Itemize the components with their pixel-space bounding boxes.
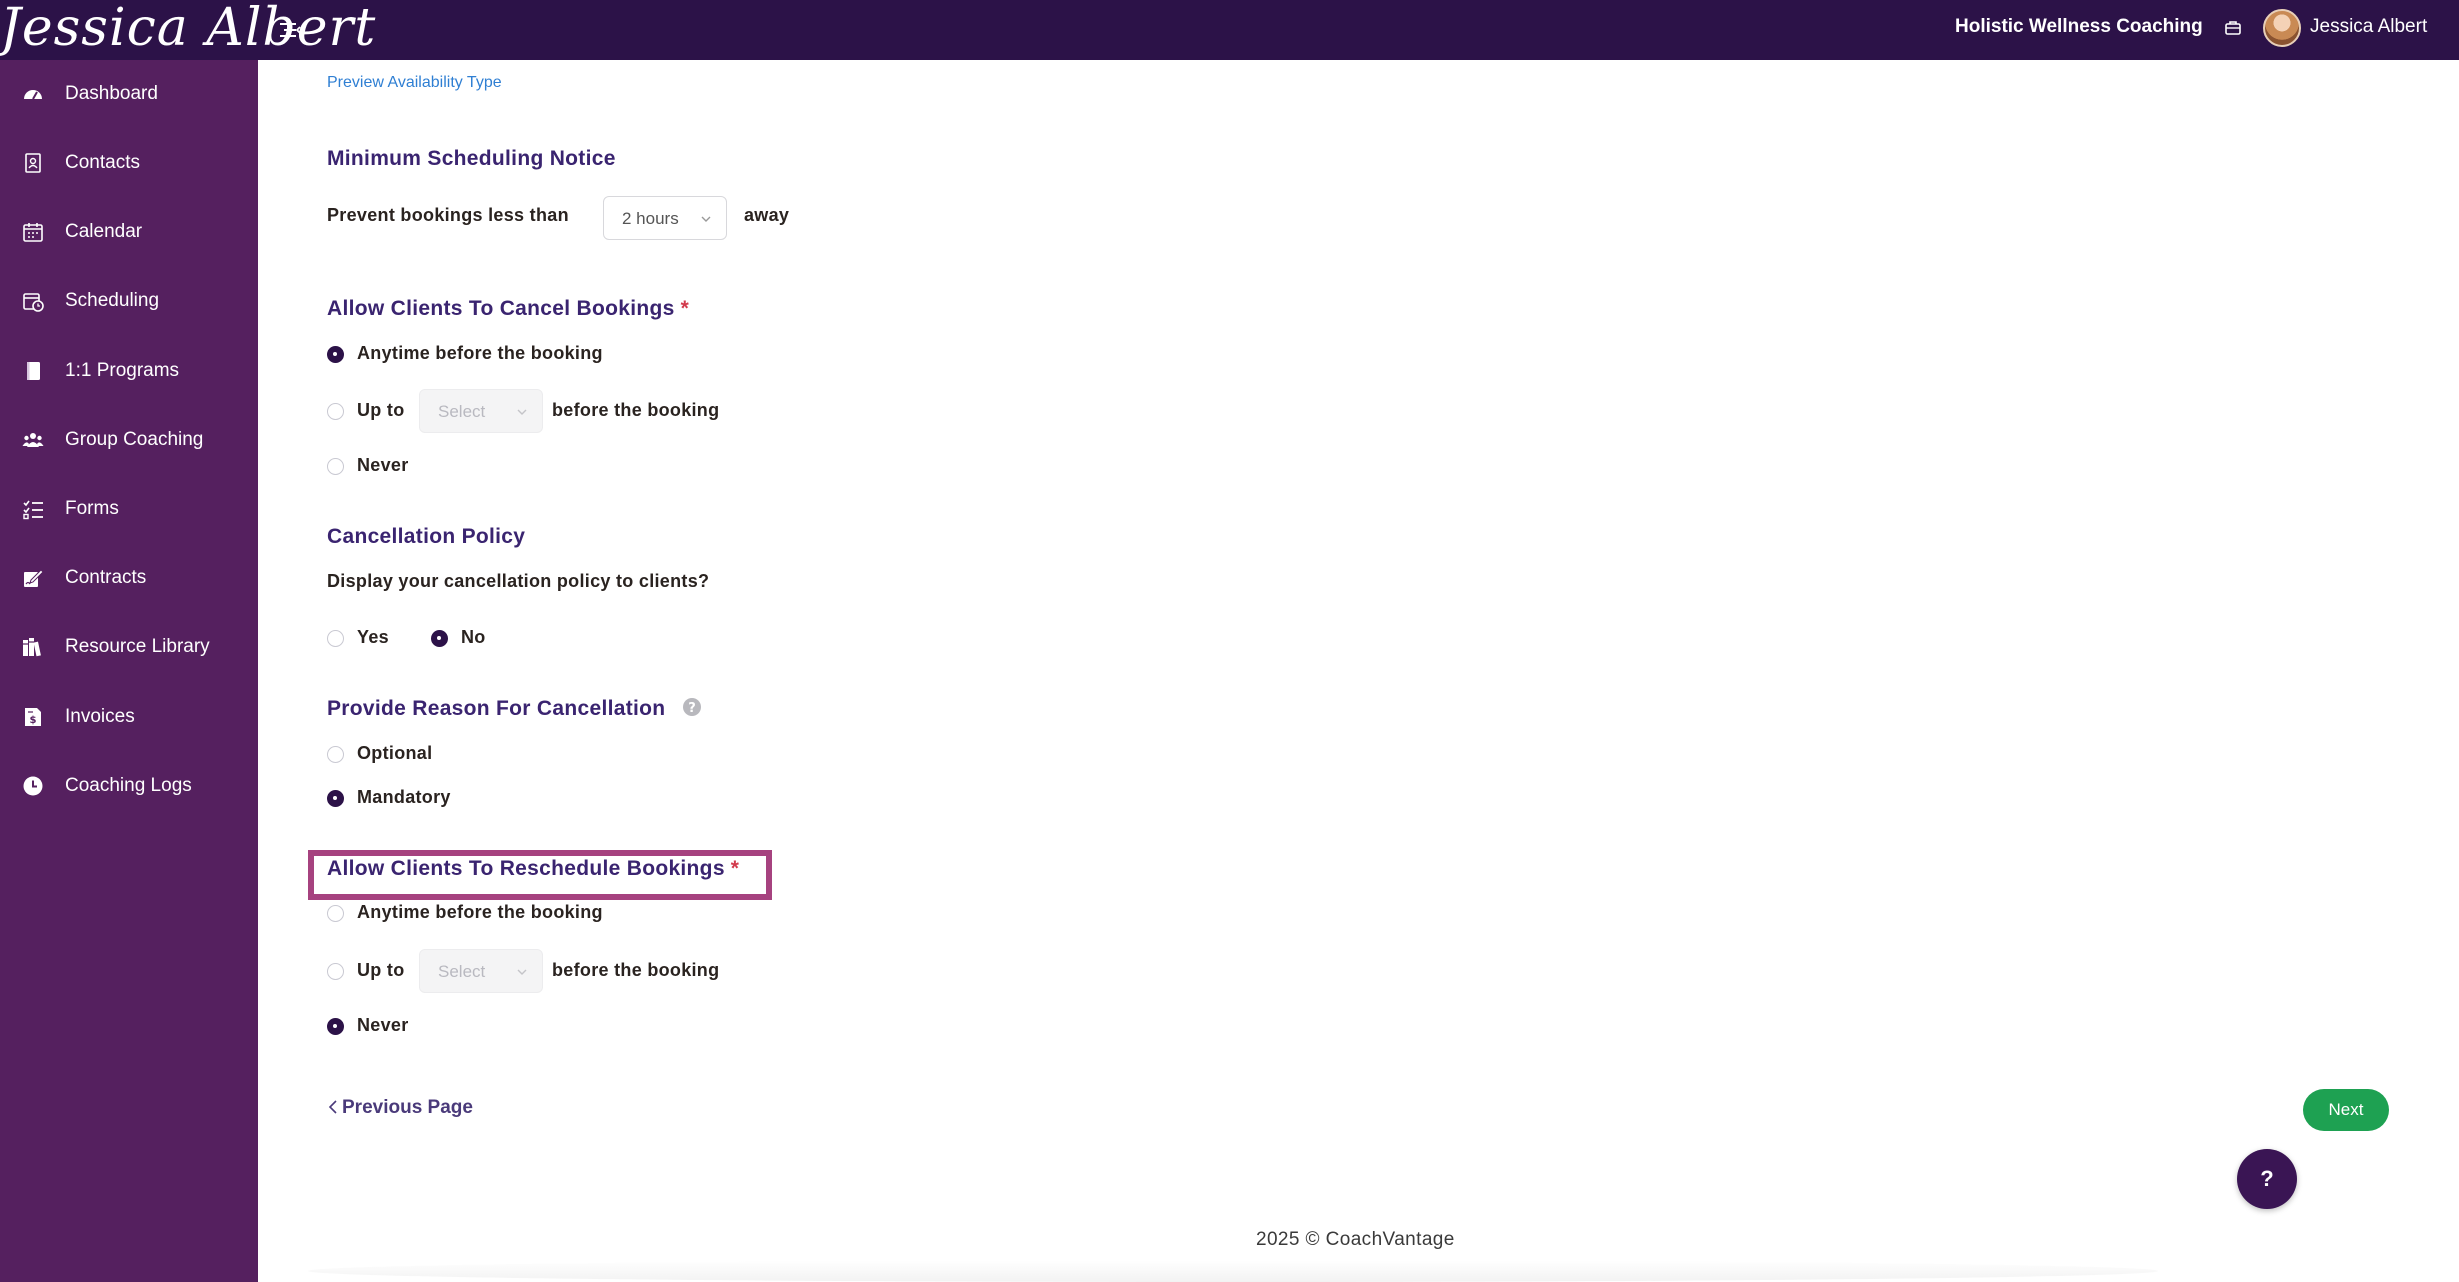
calendar-clock-icon [23, 293, 44, 312]
top-bar: Jessica Albert Holistic Wellness Coachin… [0, 0, 2459, 60]
reschedule-anytime-label[interactable]: Anytime before the booking [357, 902, 603, 923]
sidebar-item-dashboard[interactable]: Dashboard [0, 69, 258, 119]
min-notice-suffix: away [744, 205, 790, 225]
footer-copyright: 2025 © CoachVantage [1256, 1229, 1455, 1250]
signature-icon [24, 569, 44, 587]
reschedule-anytime-radio[interactable] [327, 905, 344, 922]
dashboard-gauge-icon [24, 90, 42, 100]
cancel-upto-select-placeholder: Select [438, 402, 486, 421]
reschedule-upto-label[interactable]: Up to [357, 960, 404, 981]
footer-divider [308, 1260, 2158, 1282]
chevron-down-icon [517, 409, 527, 415]
reschedule-bookings-title: Allow Clients To Reschedule Bookings * [327, 857, 739, 881]
min-notice-select-value: 2 hours [622, 209, 679, 228]
sidebar-item-label: 1:1 Programs [65, 360, 180, 381]
cancel-bookings-title: Allow Clients To Cancel Bookings * [327, 297, 689, 321]
cancel-never-radio[interactable] [327, 458, 344, 475]
cancellation-policy-title: Cancellation Policy [327, 525, 526, 548]
briefcase-icon[interactable] [2224, 19, 2242, 37]
cancel-anytime-label[interactable]: Anytime before the booking [357, 343, 603, 364]
cancel-bookings-title-text: Allow Clients To Cancel Bookings [327, 297, 675, 320]
previous-page-button[interactable]: Previous Page [328, 1097, 473, 1119]
min-notice-select[interactable]: 2 hours [603, 196, 727, 240]
main-content: Preview Availability Type Minimum Schedu… [258, 60, 2459, 1282]
next-button[interactable]: Next [2303, 1089, 2389, 1131]
cancel-anytime-radio[interactable] [327, 346, 344, 363]
reschedule-bookings-title-text: Allow Clients To Reschedule Bookings [327, 857, 725, 880]
avatar[interactable] [2263, 9, 2301, 47]
reschedule-upto-select[interactable]: Select [419, 949, 543, 993]
reschedule-never-label[interactable]: Never [357, 1015, 409, 1036]
chevron-down-icon [517, 969, 527, 975]
sidebar-item-contacts[interactable]: Contacts [0, 138, 258, 188]
policy-yes-label[interactable]: Yes [357, 627, 389, 648]
required-mark: * [680, 297, 690, 320]
reschedule-never-radio[interactable] [327, 1018, 344, 1035]
help-button[interactable]: ? [2237, 1149, 2297, 1209]
chevron-down-icon [701, 216, 711, 222]
sidebar-item-forms[interactable]: Forms [0, 484, 258, 534]
policy-no-radio[interactable] [431, 630, 448, 647]
reason-mandatory-radio[interactable] [327, 790, 344, 807]
cancel-upto-select[interactable]: Select [419, 389, 543, 433]
sidebar-item-contracts[interactable]: Contracts [0, 553, 258, 603]
checklist-icon [23, 500, 43, 520]
reason-optional-label[interactable]: Optional [357, 743, 432, 764]
brand-logo[interactable]: Jessica Albert [0, 0, 376, 58]
cancellation-policy-question: Display your cancellation policy to clie… [327, 571, 710, 591]
policy-no-label[interactable]: No [461, 627, 486, 648]
sidebar-item-label: Resource Library [65, 636, 210, 657]
clock-icon [23, 776, 43, 796]
reschedule-upto-radio[interactable] [327, 963, 344, 980]
sidebar-item-label: Coaching Logs [65, 775, 192, 796]
users-group-icon [22, 433, 44, 447]
sidebar-item-programs[interactable]: 1:1 Programs [0, 346, 258, 396]
reason-title: Provide Reason For Cancellation [327, 697, 666, 720]
sidebar: Dashboard Contacts Calendar Scheduling 1… [0, 60, 258, 1282]
policy-yes-radio[interactable] [327, 630, 344, 647]
required-mark: * [730, 857, 740, 880]
sidebar-item-group-coaching[interactable]: Group Coaching [0, 415, 258, 465]
sidebar-item-label: Contacts [65, 152, 140, 173]
preview-availability-link[interactable]: Preview Availability Type [327, 74, 502, 92]
cancel-upto-radio[interactable] [327, 403, 344, 420]
reason-mandatory-label[interactable]: Mandatory [357, 787, 451, 808]
sidebar-item-label: Dashboard [65, 83, 158, 104]
books-icon [23, 638, 41, 657]
svg-text:?: ? [688, 701, 696, 716]
sidebar-item-label: Group Coaching [65, 429, 204, 450]
sidebar-item-label: Contracts [65, 567, 147, 588]
reschedule-upto-suffix: before the booking [552, 960, 720, 980]
sidebar-item-coaching-logs[interactable]: Coaching Logs [0, 761, 258, 811]
question-circle-icon[interactable]: ? [682, 697, 702, 717]
sidebar-item-label: Forms [65, 498, 119, 519]
invoice-icon: $ [25, 708, 41, 726]
sidebar-item-resource-library[interactable]: Resource Library [0, 622, 258, 672]
reschedule-upto-select-placeholder: Select [438, 962, 486, 981]
contacts-book-icon [25, 153, 41, 173]
previous-page-label: Previous Page [342, 1097, 473, 1118]
sidebar-item-label: Invoices [65, 706, 135, 727]
cancel-never-label[interactable]: Never [357, 455, 409, 476]
reason-optional-radio[interactable] [327, 746, 344, 763]
svg-text:$: $ [30, 715, 37, 726]
sidebar-item-calendar[interactable]: Calendar [0, 207, 258, 257]
organization-name: Holistic Wellness Coaching [1955, 16, 2203, 37]
menu-toggle-icon[interactable] [278, 18, 302, 42]
cancel-upto-label[interactable]: Up to [357, 400, 404, 421]
calendar-icon [23, 223, 43, 242]
sidebar-item-invoices[interactable]: $ Invoices [0, 692, 258, 742]
min-notice-prefix: Prevent bookings less than [327, 205, 569, 225]
min-notice-title: Minimum Scheduling Notice [327, 147, 616, 170]
sidebar-item-label: Scheduling [65, 290, 160, 311]
chevron-left-icon [328, 1100, 337, 1114]
cancel-upto-suffix: before the booking [552, 400, 720, 420]
sidebar-item-scheduling[interactable]: Scheduling [0, 276, 258, 326]
sidebar-item-label: Calendar [65, 221, 143, 242]
book-icon [27, 362, 40, 380]
user-name[interactable]: Jessica Albert [2310, 16, 2427, 38]
